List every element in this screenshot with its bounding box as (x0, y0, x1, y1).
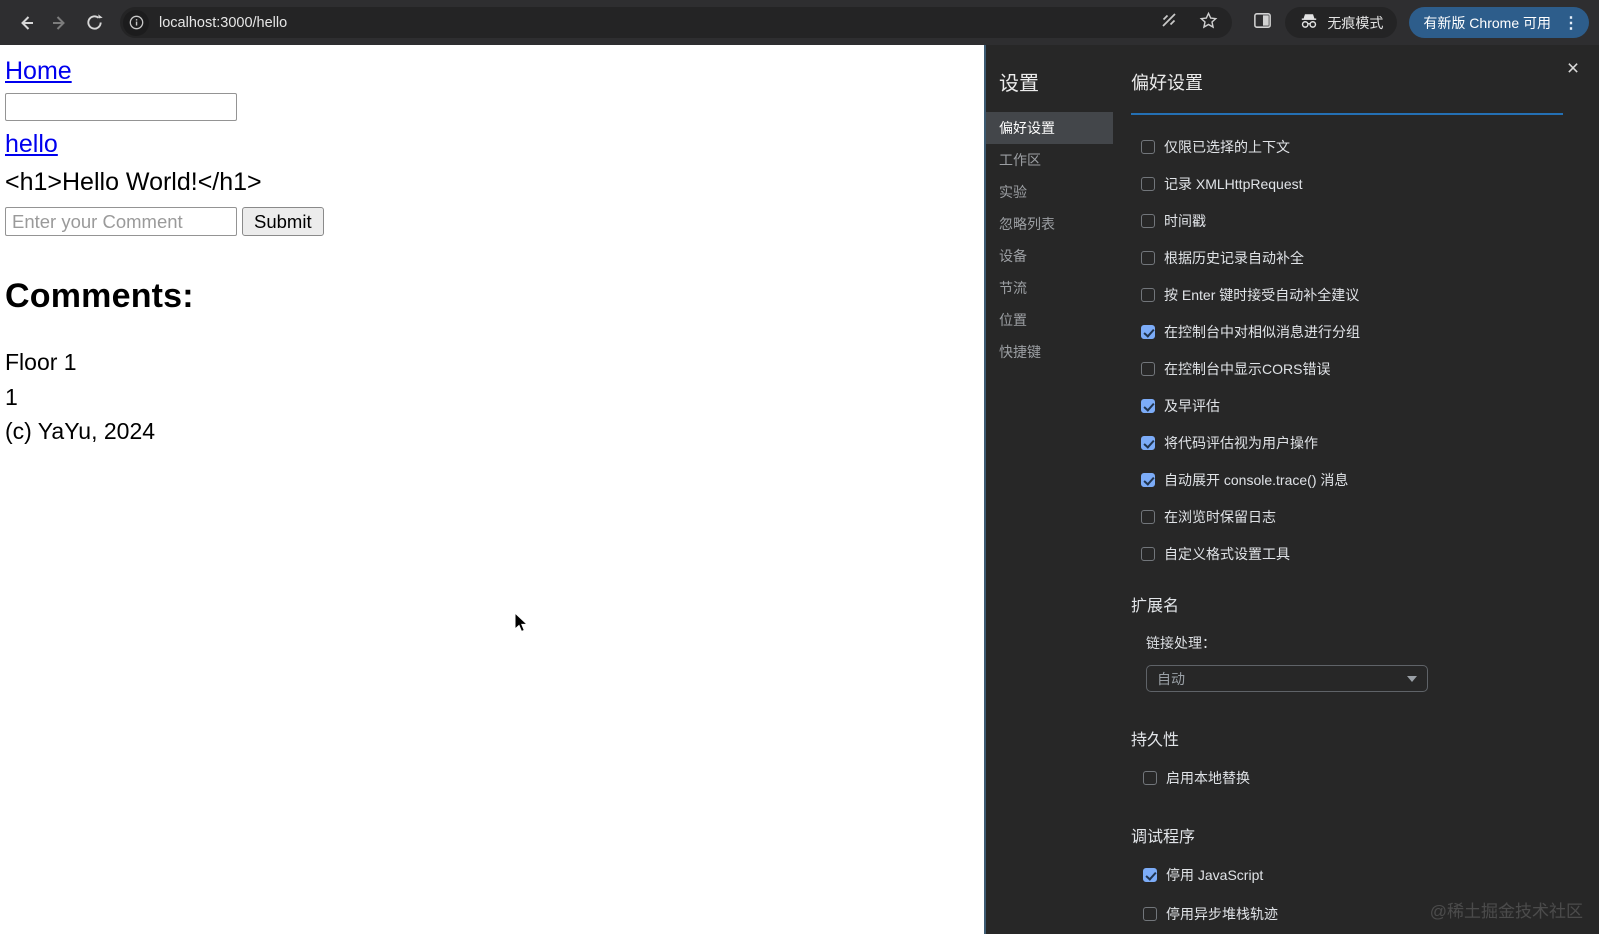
link-handling-value: 自动 (1157, 670, 1185, 687)
sidebar-item-experiments[interactable]: 实验 (986, 176, 1113, 208)
link-handling-label: 链接处理： (1146, 635, 1216, 651)
section-persistence: 持久性 (1131, 732, 1180, 749)
scripts-blocked-icon[interactable] (1159, 10, 1179, 35)
checkbox-label: 停用 JavaScript (1166, 867, 1264, 883)
chrome-update-chip[interactable]: 有新版 Chrome 可用 ⋮ (1409, 7, 1589, 38)
sidebar-item-shortcuts[interactable]: 快捷键 (986, 336, 1113, 368)
comment-line: 1 (5, 383, 18, 410)
comments-heading: Comments: (5, 277, 194, 315)
sidebar-item-devices[interactable]: 设备 (986, 240, 1113, 272)
pref-row[interactable]: 根据历史记录自动补全 (1141, 247, 1563, 269)
comment-line: (c) YaYu, 2024 (5, 418, 156, 444)
sidebar-item-locations[interactable]: 位置 (986, 304, 1113, 336)
sidebar-item-preferences[interactable]: 偏好设置 (986, 112, 1113, 144)
checkbox[interactable] (1141, 473, 1155, 487)
address-bar[interactable]: localhost:3000/hello (120, 7, 1233, 38)
checkbox[interactable] (1141, 436, 1155, 450)
hello-link[interactable]: hello (5, 130, 58, 159)
url-text: localhost:3000/hello (159, 14, 288, 31)
checkbox[interactable] (1141, 177, 1155, 191)
checkbox[interactable] (1141, 214, 1155, 228)
watermark-text: @稀土掘金技术社区 (1429, 902, 1583, 921)
checkbox[interactable] (1141, 288, 1155, 302)
top-text-input[interactable] (5, 93, 237, 121)
checkbox-label: 在控制台中显示CORS错误 (1164, 361, 1331, 377)
pref-row[interactable]: 及早评估 (1141, 395, 1563, 417)
incognito-icon (1299, 12, 1319, 33)
bookmark-star-icon[interactable] (1199, 11, 1218, 35)
pref-row[interactable]: 在浏览时保留日志 (1141, 506, 1563, 528)
settings-sidebar: 设置 偏好设置 工作区 实验 忽略列表 设备 节流 位置 快捷键 (986, 45, 1113, 934)
checkbox-label: 记录 XMLHttpRequest (1164, 176, 1303, 192)
checkbox-label: 停用异步堆栈轨迹 (1166, 906, 1278, 922)
settings-title: 设置 (999, 73, 1039, 95)
web-page: Home hello <h1>Hello World!</h1> Submit … (0, 45, 984, 934)
back-icon[interactable] (12, 9, 40, 37)
pref-row[interactable]: 按 Enter 键时接受自动补全建议 (1141, 284, 1563, 306)
section-debugger: 调试程序 (1131, 829, 1196, 846)
site-info-icon[interactable] (123, 9, 149, 36)
checkbox-label: 按 Enter 键时接受自动补全建议 (1164, 287, 1360, 303)
preferences-panel: 偏好设置 仅限已选择的上下文 记录 XMLHttpRequest 时间戳 根据历… (1113, 45, 1599, 934)
pref-row[interactable]: 自动展开 console.trace() 消息 (1141, 469, 1563, 491)
checkbox-label: 时间戳 (1164, 213, 1206, 229)
browser-menu-icon[interactable]: ⋮ (1563, 13, 1579, 33)
comment-line: Floor 1 (5, 349, 77, 375)
pref-row[interactable]: 将代码评估视为用户操作 (1141, 432, 1563, 454)
pref-row[interactable]: 在控制台中对相似消息进行分组 (1141, 321, 1563, 343)
incognito-label: 无痕模式 (1327, 14, 1384, 31)
checkbox-label: 仅限已选择的上下文 (1164, 139, 1290, 155)
preferences-title: 偏好设置 (1131, 69, 1563, 115)
checkbox[interactable] (1143, 907, 1157, 921)
side-panel-icon[interactable] (1252, 10, 1273, 36)
checkbox-label: 在浏览时保留日志 (1164, 509, 1276, 525)
home-link[interactable]: Home (5, 57, 72, 86)
sidebar-item-workspace[interactable]: 工作区 (986, 144, 1113, 176)
chevron-down-icon (1407, 675, 1417, 682)
forward-icon[interactable] (46, 9, 74, 37)
mouse-cursor (514, 611, 530, 639)
checkbox-label: 根据历史记录自动补全 (1164, 250, 1304, 266)
checkbox[interactable] (1141, 547, 1155, 561)
checkbox-label: 在控制台中对相似消息进行分组 (1164, 324, 1360, 340)
checkbox[interactable] (1141, 510, 1155, 524)
browser-toolbar: localhost:3000/hello 无痕模式 有新版 Chrome 可用 … (0, 0, 1599, 45)
checkbox-label: 启用本地替换 (1166, 770, 1250, 786)
pref-row[interactable]: 在控制台中显示CORS错误 (1141, 358, 1563, 380)
pref-row[interactable]: 仅限已选择的上下文 (1141, 136, 1563, 158)
checkbox[interactable] (1141, 140, 1155, 154)
submit-button[interactable]: Submit (242, 207, 324, 236)
checkbox[interactable] (1143, 868, 1157, 882)
update-chip-label: 有新版 Chrome 可用 (1423, 14, 1551, 31)
pref-row[interactable]: 时间戳 (1141, 210, 1563, 232)
checkbox[interactable] (1141, 325, 1155, 339)
pref-row[interactable]: 记录 XMLHttpRequest (1141, 173, 1563, 195)
sidebar-item-ignore-list[interactable]: 忽略列表 (986, 208, 1113, 240)
pref-row[interactable]: 停用 JavaScript (1143, 864, 1563, 886)
reload-icon[interactable] (80, 9, 108, 37)
devtools-settings-panel: × 设置 偏好设置 工作区 实验 忽略列表 设备 节流 位置 快捷键 偏好设置 … (984, 45, 1599, 934)
pref-row[interactable]: 启用本地替换 (1143, 767, 1563, 789)
checkbox[interactable] (1141, 362, 1155, 376)
checkbox-label: 将代码评估视为用户操作 (1164, 435, 1318, 451)
checkbox-label: 及早评估 (1164, 398, 1220, 414)
checkbox-label: 自动展开 console.trace() 消息 (1164, 472, 1349, 488)
pref-row[interactable]: 自定义格式设置工具 (1141, 543, 1563, 565)
preferences-checkbox-list: 仅限已选择的上下文 记录 XMLHttpRequest 时间戳 根据历史记录自动… (1131, 136, 1563, 565)
link-handling-select[interactable]: 自动 (1146, 665, 1428, 692)
checkbox[interactable] (1143, 771, 1157, 785)
checkbox[interactable] (1141, 251, 1155, 265)
raw-html-text: <h1>Hello World!</h1> (5, 168, 262, 196)
comment-input[interactable] (5, 207, 237, 236)
sidebar-item-throttling[interactable]: 节流 (986, 272, 1113, 304)
incognito-badge: 无痕模式 (1285, 7, 1398, 38)
checkbox[interactable] (1141, 399, 1155, 413)
section-extensions: 扩展名 (1131, 598, 1180, 615)
checkbox-label: 自定义格式设置工具 (1164, 546, 1290, 562)
